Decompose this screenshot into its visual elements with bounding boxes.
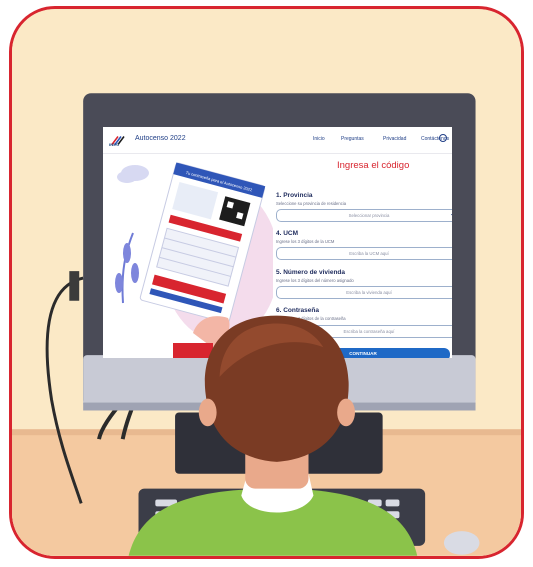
keyboard-key [385, 499, 400, 507]
nav-item-privacidad[interactable]: Privacidad [383, 136, 406, 142]
field-label-provincia: 1. Provincia [276, 192, 313, 199]
vivienda-input[interactable]: Escriba la vivienda aquí [276, 286, 452, 299]
keyboard-key [385, 523, 400, 531]
keyboard [138, 488, 426, 546]
rounded-red-frame: Tu contraseña para el Autocenso 2022 INE… [9, 6, 524, 559]
mouse [443, 531, 480, 555]
monitor-chin [83, 355, 476, 408]
ucm-input[interactable]: Escriba la UCM aquí [276, 247, 452, 260]
field-hint-vivienda: Ingrese los 3 dígitos del número asignad… [276, 278, 354, 283]
continue-button[interactable]: CONTINUAR [276, 348, 450, 358]
inec-logo-icon[interactable] [109, 131, 128, 150]
sleeve [173, 343, 213, 358]
provincia-select[interactable]: Seleccionar provincia [276, 209, 452, 222]
screen: Tu contraseña para el Autocenso 2022 INE… [103, 127, 452, 358]
field-label-vivienda: 5. Número de vivienda [276, 269, 345, 276]
contrasena-input[interactable]: Escriba la contraseña aquí [276, 325, 452, 338]
nav-item-inicio[interactable]: Inicio [313, 136, 325, 142]
chevron-down-icon [451, 214, 452, 218]
keyboard-key [367, 523, 382, 531]
field-hint-provincia: Seleccione su provincia de residencia [276, 201, 347, 206]
app-title[interactable]: Autocenso 2022 [135, 135, 186, 142]
cable-plug [69, 271, 80, 301]
keyboard-key [385, 511, 400, 519]
logo-text: INEC [109, 142, 120, 147]
field-label-ucm: 4. UCM [276, 230, 299, 237]
leaf-icon [131, 263, 139, 283]
keyboard-key [155, 511, 178, 519]
field-hint-ucm: Ingrese los 3 dígitos de la UCM [276, 239, 335, 244]
leaf-icon [115, 273, 123, 293]
cloud-icon [117, 171, 137, 183]
field-hint-contrasena: Ingrese los 4 dígitos de la contraseña [276, 316, 346, 321]
site-header: INEC Autocenso 2022 Inicio Preguntas Pri… [103, 127, 452, 154]
page-title: Ingresa el código [337, 160, 410, 171]
monitor-chin-shadow [83, 402, 476, 411]
flyer-illustration: Tu contraseña para el Autocenso 2022 [115, 162, 273, 358]
leaf-icon [123, 243, 131, 263]
keyboard-key [155, 499, 178, 507]
keyboard-key [155, 523, 178, 531]
field-label-contrasena: 6. Contraseña [276, 307, 319, 314]
provincia-select-value: Seleccionar provincia [348, 213, 390, 218]
user-icon[interactable] [439, 134, 447, 142]
illustration-stage: Tu contraseña para el Autocenso 2022 INE… [0, 0, 533, 567]
monitor-stand [175, 412, 383, 474]
nav-item-preguntas[interactable]: Preguntas [341, 136, 364, 142]
keyboard-key [367, 499, 382, 507]
keyboard-key [367, 511, 382, 519]
